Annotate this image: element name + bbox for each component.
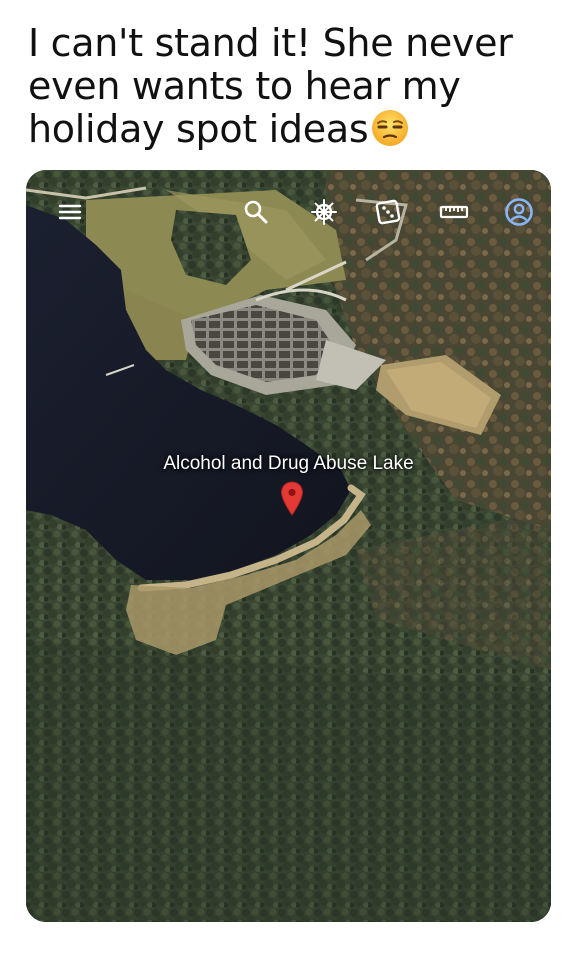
red-location-pin-icon[interactable]	[280, 481, 304, 517]
dice-icon[interactable]	[372, 196, 404, 228]
voyager-wheel-icon[interactable]	[308, 196, 340, 228]
satellite-imagery	[26, 170, 551, 922]
unamused-face-emoji-icon	[370, 108, 410, 148]
meme-caption: I can't stand it! She never even wants t…	[28, 22, 558, 151]
menu-icon[interactable]	[54, 196, 86, 228]
caption-text: I can't stand it! She never even wants t…	[28, 21, 513, 151]
account-icon[interactable]	[503, 196, 535, 228]
map-toolbar	[26, 170, 551, 250]
place-label[interactable]: Alcohol and Drug Abuse Lake	[26, 453, 551, 475]
search-icon[interactable]	[240, 196, 272, 228]
ruler-icon[interactable]	[438, 196, 470, 228]
satellite-map-view[interactable]: Alcohol and Drug Abuse Lake	[26, 170, 551, 922]
